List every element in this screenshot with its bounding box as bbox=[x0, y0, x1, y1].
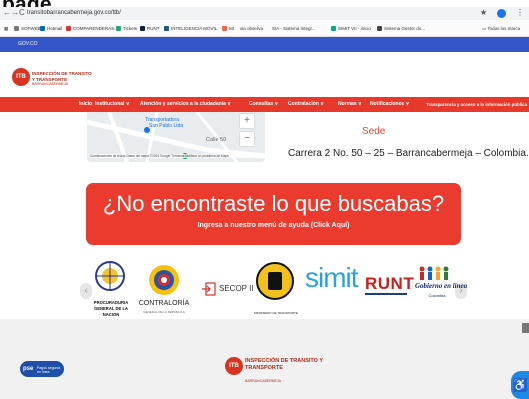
accessibility-icon[interactable]: ♿ bbox=[511, 371, 529, 399]
runt-underline bbox=[365, 293, 407, 295]
site-logo-subtitle: BARRANCABERMEJA bbox=[32, 82, 68, 86]
scroll-indicator[interactable] bbox=[522, 323, 529, 333]
footer-logo-subtitle: BARRANCABERMEJA bbox=[245, 379, 281, 383]
star-icon[interactable]: ★ bbox=[480, 8, 487, 18]
apps-grid-icon[interactable]: ▦ bbox=[4, 25, 8, 32]
menu-transparencia[interactable]: Transparencia y acceso a la información … bbox=[426, 100, 527, 109]
menu-dots-icon[interactable]: ⋮ bbox=[516, 8, 524, 18]
itb-logo-icon[interactable]: ITB bbox=[12, 68, 30, 86]
forward-icon[interactable]: → bbox=[11, 8, 19, 18]
site-logo-text[interactable]: INSPECCIÓN DE TRANSITO Y TRANSPORTE bbox=[32, 71, 92, 82]
help-banner-link[interactable]: Ingresa a nuestro menú de ayuda (Click A… bbox=[86, 222, 461, 229]
govco-link[interactable]: GOV.CO bbox=[18, 40, 38, 48]
bookmark-sofweb[interactable]: SOFWEB bbox=[14, 25, 41, 32]
bookmark-sia-observa[interactable]: sia observa bbox=[240, 25, 263, 32]
bookmark-comparenderas[interactable]: COMPARENDERAS... bbox=[66, 25, 118, 32]
menu-contratacion[interactable]: Contratación ∨ bbox=[288, 100, 324, 109]
menu-consultas[interactable]: Consultas ∨ bbox=[249, 100, 278, 109]
gov-strip bbox=[0, 37, 529, 52]
carousel-prev-button[interactable]: ‹ bbox=[80, 283, 92, 299]
sede-title: Sede bbox=[362, 126, 386, 137]
profile-avatar[interactable] bbox=[497, 9, 506, 18]
pse-logo-text: pse bbox=[23, 366, 34, 372]
help-banner-title: ¿No encontraste lo que buscabas? bbox=[102, 191, 445, 216]
map-zoom-in-button[interactable]: + bbox=[240, 114, 254, 128]
footer-itb-logo-icon[interactable]: ITB bbox=[225, 357, 243, 375]
gobierno-en-linea-people-icon bbox=[419, 266, 449, 280]
gobierno-en-linea-logo[interactable]: Gobierno en línea bbox=[415, 282, 467, 290]
mintransporte-mark bbox=[268, 272, 282, 290]
contraloria-subtitle: GENERAL DE LA REPÚBLICA bbox=[143, 310, 185, 314]
mintransporte-emblem-icon bbox=[256, 262, 294, 300]
map-zoom-out-button[interactable]: − bbox=[240, 132, 254, 146]
procuraduria-logo[interactable]: PROCURADURIA GENERAL DE LA NACION bbox=[86, 300, 136, 318]
bookmark-mi[interactable]: MI bbox=[222, 25, 234, 32]
bookmark-runt[interactable]: RUNT bbox=[140, 25, 160, 32]
menu-inicio[interactable]: Inicio bbox=[79, 100, 92, 109]
procuraduria-emblem-icon bbox=[95, 261, 125, 291]
menu-atencion[interactable]: Atención y servicios a la ciudadanía ∨ bbox=[140, 100, 231, 109]
bookmark-sia-sistema[interactable]: SIA - Sistema Integr... bbox=[272, 25, 316, 32]
runt-logo[interactable]: RUNT bbox=[365, 274, 414, 294]
map-road-label: Calle 50 bbox=[206, 137, 227, 143]
reload-icon[interactable]: C bbox=[19, 8, 25, 18]
map-attribution[interactable]: Combinaciones de teclas Datos del mapa ©… bbox=[90, 154, 265, 158]
gobierno-en-linea-subtitle: Colombia bbox=[428, 293, 446, 298]
secop-logo[interactable]: SECOP II bbox=[219, 284, 254, 293]
menu-institucional[interactable]: Institucional ∨ bbox=[95, 100, 130, 109]
menu-notificaciones[interactable]: Notificaciones ∨ bbox=[370, 100, 409, 109]
pse-logo-subtitle: Pagos seguros en línea bbox=[37, 366, 61, 374]
address-bar[interactable]: transitobarrancabermeja.gov.co/ttb/ bbox=[27, 9, 457, 18]
all-bookmarks[interactable]: ▭ Todos los marca bbox=[482, 25, 520, 32]
bookmark-simit[interactable]: SIMIT VII - inicio bbox=[331, 25, 371, 32]
simit-logo[interactable]: simit bbox=[305, 262, 359, 294]
contraloria-emblem-icon bbox=[149, 265, 179, 295]
back-icon[interactable]: ← bbox=[3, 8, 11, 18]
bookmark-inteligencia-movil[interactable]: INTELIGENCIA MOVIL bbox=[164, 25, 217, 32]
bookmark-sistema-gestor[interactable]: Sistema Gestor do... bbox=[377, 25, 425, 32]
secop-icon bbox=[202, 282, 216, 296]
mintransporte-logo[interactable]: MINISTERIO DE TRANSPORTE bbox=[248, 310, 304, 316]
footer-logo-text[interactable]: INSPECCIÓN DE TRANSITO Y TRANSPORTE bbox=[245, 358, 335, 372]
menu-normas[interactable]: Normas ∨ bbox=[338, 100, 362, 109]
bookmark-tickets[interactable]: Tickets bbox=[116, 25, 137, 32]
bookmark-hotmail[interactable]: Hotmail bbox=[40, 25, 62, 32]
sede-address: Carrera 2 No. 50 – 25 – Barrancabermeja … bbox=[288, 148, 529, 159]
map-place-label-2: San Pablo Ltda bbox=[149, 123, 184, 129]
contraloria-logo[interactable]: CONTRALORÍA bbox=[136, 300, 192, 307]
